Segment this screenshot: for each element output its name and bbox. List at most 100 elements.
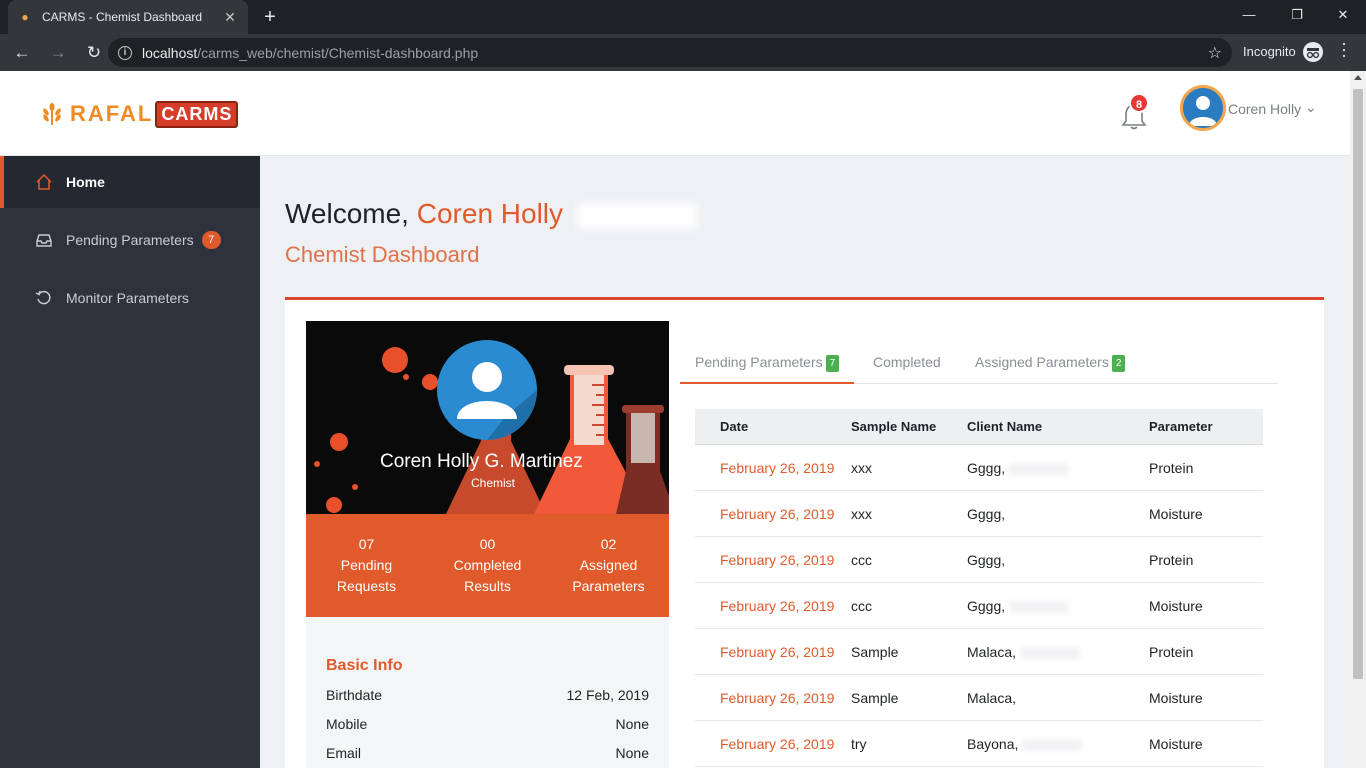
cell-client-name: Gggg, xyxy=(967,506,1149,522)
new-tab-button[interactable]: + xyxy=(258,5,282,29)
cell-date[interactable]: February 26, 2019 xyxy=(695,736,851,752)
info-row-email: Email None xyxy=(326,745,649,768)
sidebar-item-label: Home xyxy=(66,174,105,190)
stat-label: Parameters xyxy=(572,578,645,594)
column-header-date[interactable]: Date xyxy=(695,419,851,434)
table-row[interactable]: February 26, 2019 Sample Malaca, Protein xyxy=(695,629,1263,675)
tab-count-badge: 7 xyxy=(825,355,840,372)
address-bar[interactable]: i localhost/carms_web/chemist/Chemist-da… xyxy=(108,38,1232,67)
cell-date[interactable]: February 26, 2019 xyxy=(695,598,851,614)
header-user-name[interactable]: Coren Holly xyxy=(1228,101,1301,117)
stat-label: Pending xyxy=(340,557,393,573)
stat-assigned: 02 Assigned Parameters xyxy=(548,514,669,617)
minimize-button[interactable]: — xyxy=(1226,0,1272,30)
stat-value: 07 xyxy=(358,536,375,552)
forward-button[interactable]: → xyxy=(42,37,74,69)
tab-pending-parameters[interactable]: Pending Parameters 7 xyxy=(680,340,855,384)
cell-parameter: Protein xyxy=(1149,459,1194,476)
stat-value: 02 xyxy=(600,536,617,552)
welcome-name: Coren Holly xyxy=(416,198,564,229)
cell-date[interactable]: February 26, 2019 xyxy=(695,690,851,706)
cell-parameter: Protein xyxy=(1149,551,1194,568)
page-scrollbar[interactable] xyxy=(1350,71,1366,768)
stat-label: Completed xyxy=(453,557,522,573)
info-row-mobile: Mobile None xyxy=(326,716,649,745)
scrollbar-thumb[interactable] xyxy=(1353,89,1363,679)
sidebar-item-home[interactable]: Home xyxy=(0,156,260,208)
redacted-text xyxy=(1009,462,1070,475)
client-name-text: Gggg, xyxy=(967,459,1006,476)
cell-date[interactable]: February 26, 2019 xyxy=(695,644,851,660)
notification-badge: 8 xyxy=(1129,93,1149,113)
sidebar: Home Pending Parameters 7 Monitor Parame… xyxy=(0,156,260,768)
welcome-prefix: Welcome, xyxy=(285,198,409,229)
cell-client-name: Malaca, xyxy=(967,690,1149,706)
logo[interactable]: RAFAL CARMS xyxy=(40,100,239,128)
tab-label: Pending Parameters xyxy=(695,354,823,370)
cell-sample-name: Sample xyxy=(851,689,899,706)
restore-button[interactable]: ❐ xyxy=(1274,0,1320,30)
avatar[interactable] xyxy=(1180,85,1226,131)
column-header-sample-name[interactable]: Sample Name xyxy=(851,419,967,434)
reload-button[interactable]: ↻ xyxy=(78,37,110,69)
stat-label: Requests xyxy=(336,578,397,594)
close-window-button[interactable]: ✕ xyxy=(1320,0,1366,30)
pending-parameters-table: Date Sample Name Client Name Parameter F… xyxy=(695,409,1263,767)
client-name-text: Gggg, xyxy=(967,505,1006,522)
info-value: None xyxy=(615,716,649,732)
browser-toolbar: ← → ↻ i localhost/carms_web/chemist/Chem… xyxy=(0,34,1366,71)
cell-date[interactable]: February 26, 2019 xyxy=(695,552,851,568)
pending-count-badge: 7 xyxy=(201,231,221,249)
scroll-up-arrow-icon[interactable] xyxy=(1354,75,1362,80)
redacted-text xyxy=(1020,646,1081,659)
tab-completed[interactable]: Completed xyxy=(858,340,956,384)
bookmark-star-icon[interactable]: ☆ xyxy=(1208,43,1222,63)
table-row[interactable]: February 26, 2019 xxx Gggg, Protein xyxy=(695,445,1263,491)
client-name-text: Gggg, xyxy=(967,551,1006,568)
cell-parameter: Moisture xyxy=(1149,735,1203,752)
cell-client-name: Bayona, xyxy=(967,736,1149,752)
basic-info-title: Basic Info xyxy=(326,657,403,674)
info-value: 12 Feb, 2019 xyxy=(566,687,649,703)
stat-label: Results xyxy=(464,578,511,594)
chevron-down-icon[interactable]: ⌄ xyxy=(1305,99,1317,116)
wheat-logo-icon xyxy=(43,103,61,125)
cell-sample-name: xxx xyxy=(851,459,872,476)
app-header: RAFAL CARMS xyxy=(0,71,1350,156)
incognito-icon[interactable] xyxy=(1303,42,1323,62)
tab-title: CARMS - Chemist Dashboard xyxy=(42,10,203,24)
cell-client-name: Gggg, xyxy=(967,552,1149,568)
tab-assigned-parameters[interactable]: Assigned Parameters 2 xyxy=(960,340,1140,384)
basic-info-panel: Basic Info Birthdate 12 Feb, 2019 Mobile… xyxy=(306,617,669,768)
cell-date[interactable]: February 26, 2019 xyxy=(695,460,851,476)
url-path: /carms_web/chemist/Chemist-dashboard.php xyxy=(197,44,479,61)
welcome-heading: Welcome, Coren Holly xyxy=(285,198,697,230)
sidebar-item-monitor-parameters[interactable]: Monitor Parameters xyxy=(0,272,260,324)
table-row[interactable]: February 26, 2019 ccc Gggg, Moisture xyxy=(695,583,1263,629)
browser-menu-icon[interactable]: · · · xyxy=(1338,34,1350,64)
incognito-label: Incognito xyxy=(1243,44,1296,59)
page-subtitle: Chemist Dashboard xyxy=(285,242,480,267)
client-name-text: Gggg, xyxy=(967,597,1006,614)
redacted-text xyxy=(1022,738,1083,751)
parameter-tabs: Pending Parameters 7 Completed Assigned P… xyxy=(680,340,1278,384)
tab-count-badge: 2 xyxy=(1111,355,1126,372)
column-header-parameter[interactable]: Parameter xyxy=(1149,419,1263,434)
cell-parameter: Moisture xyxy=(1149,597,1203,614)
table-row[interactable]: February 26, 2019 ccc Gggg, Protein xyxy=(695,537,1263,583)
table-row[interactable]: February 26, 2019 Sample Malaca, Moistur… xyxy=(695,675,1263,721)
table-row[interactable]: February 26, 2019 xxx Gggg, Moisture xyxy=(695,491,1263,537)
back-button[interactable]: ← xyxy=(6,37,38,69)
info-icon[interactable]: i xyxy=(118,45,132,60)
cell-sample-name: Sample xyxy=(851,643,899,660)
client-name-text: Bayona, xyxy=(967,735,1019,752)
cell-parameter: Protein xyxy=(1149,643,1194,660)
tab-label: Assigned Parameters xyxy=(975,354,1109,370)
browser-tab[interactable]: ● CARMS - Chemist Dashboard ✕ xyxy=(8,0,248,34)
cell-date[interactable]: February 26, 2019 xyxy=(695,506,851,522)
close-tab-icon[interactable]: ✕ xyxy=(222,9,238,26)
sidebar-item-pending-parameters[interactable]: Pending Parameters 7 xyxy=(0,214,260,266)
table-row[interactable]: February 26, 2019 try Bayona, Moisture xyxy=(695,721,1263,767)
sidebar-item-label: Monitor Parameters xyxy=(66,290,189,306)
column-header-client-name[interactable]: Client Name xyxy=(967,419,1149,434)
